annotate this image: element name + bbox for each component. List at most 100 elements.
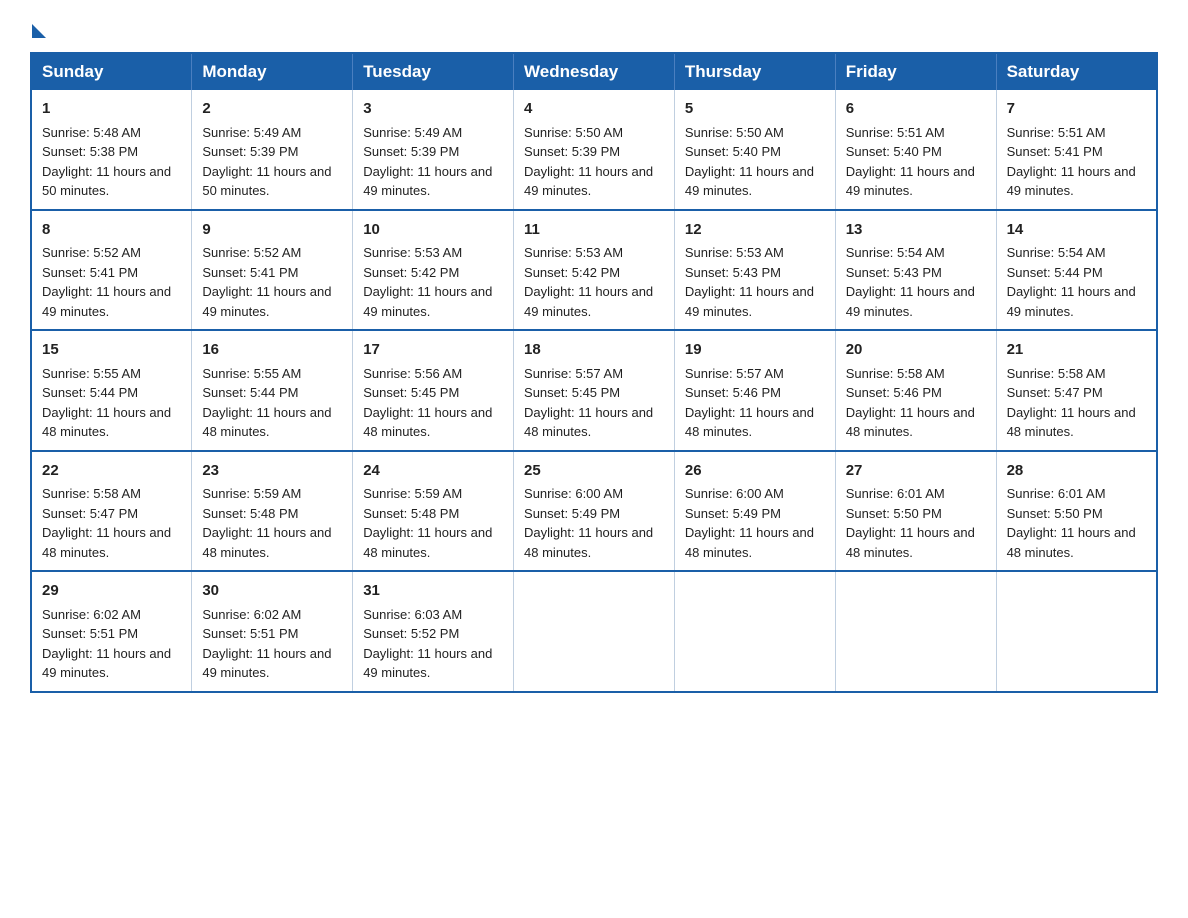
sunset-info: Sunset: 5:46 PM	[685, 385, 781, 400]
weekday-header-wednesday: Wednesday	[514, 53, 675, 90]
logo	[30, 20, 46, 34]
sunrise-info: Sunrise: 5:59 AM	[363, 486, 462, 501]
daylight-info: Daylight: 11 hours and 48 minutes.	[685, 405, 814, 440]
daylight-info: Daylight: 11 hours and 48 minutes.	[363, 525, 492, 560]
sunset-info: Sunset: 5:51 PM	[202, 626, 298, 641]
sunrise-info: Sunrise: 5:59 AM	[202, 486, 301, 501]
sunrise-info: Sunrise: 5:54 AM	[846, 245, 945, 260]
daylight-info: Daylight: 11 hours and 49 minutes.	[202, 646, 331, 681]
calendar-day: 28Sunrise: 6:01 AMSunset: 5:50 PMDayligh…	[996, 451, 1157, 572]
calendar-day: 2Sunrise: 5:49 AMSunset: 5:39 PMDaylight…	[192, 90, 353, 210]
weekday-header-friday: Friday	[835, 53, 996, 90]
sunset-info: Sunset: 5:40 PM	[685, 144, 781, 159]
sunrise-info: Sunrise: 6:00 AM	[685, 486, 784, 501]
calendar-day	[514, 571, 675, 692]
sunrise-info: Sunrise: 6:01 AM	[846, 486, 945, 501]
daylight-info: Daylight: 11 hours and 48 minutes.	[1007, 525, 1136, 560]
daylight-info: Daylight: 11 hours and 49 minutes.	[363, 284, 492, 319]
day-number: 19	[685, 339, 825, 362]
calendar-day: 12Sunrise: 5:53 AMSunset: 5:43 PMDayligh…	[674, 210, 835, 331]
calendar-day: 25Sunrise: 6:00 AMSunset: 5:49 PMDayligh…	[514, 451, 675, 572]
daylight-info: Daylight: 11 hours and 49 minutes.	[846, 164, 975, 199]
sunset-info: Sunset: 5:51 PM	[42, 626, 138, 641]
weekday-header-sunday: Sunday	[31, 53, 192, 90]
daylight-info: Daylight: 11 hours and 49 minutes.	[846, 284, 975, 319]
sunset-info: Sunset: 5:46 PM	[846, 385, 942, 400]
day-number: 25	[524, 460, 664, 483]
sunset-info: Sunset: 5:50 PM	[1007, 506, 1103, 521]
calendar-body: 1Sunrise: 5:48 AMSunset: 5:38 PMDaylight…	[31, 90, 1157, 692]
calendar-day: 23Sunrise: 5:59 AMSunset: 5:48 PMDayligh…	[192, 451, 353, 572]
sunset-info: Sunset: 5:50 PM	[846, 506, 942, 521]
sunset-info: Sunset: 5:52 PM	[363, 626, 459, 641]
daylight-info: Daylight: 11 hours and 48 minutes.	[363, 405, 492, 440]
daylight-info: Daylight: 11 hours and 49 minutes.	[685, 164, 814, 199]
day-number: 4	[524, 98, 664, 121]
sunset-info: Sunset: 5:38 PM	[42, 144, 138, 159]
daylight-info: Daylight: 11 hours and 49 minutes.	[1007, 284, 1136, 319]
sunrise-info: Sunrise: 5:53 AM	[685, 245, 784, 260]
day-number: 17	[363, 339, 503, 362]
sunset-info: Sunset: 5:41 PM	[42, 265, 138, 280]
day-number: 28	[1007, 460, 1146, 483]
sunset-info: Sunset: 5:43 PM	[846, 265, 942, 280]
weekday-header-saturday: Saturday	[996, 53, 1157, 90]
sunset-info: Sunset: 5:45 PM	[363, 385, 459, 400]
sunrise-info: Sunrise: 5:56 AM	[363, 366, 462, 381]
sunset-info: Sunset: 5:48 PM	[363, 506, 459, 521]
sunrise-info: Sunrise: 5:51 AM	[1007, 125, 1106, 140]
sunrise-info: Sunrise: 5:52 AM	[202, 245, 301, 260]
calendar-day: 27Sunrise: 6:01 AMSunset: 5:50 PMDayligh…	[835, 451, 996, 572]
day-number: 7	[1007, 98, 1146, 121]
daylight-info: Daylight: 11 hours and 48 minutes.	[685, 525, 814, 560]
sunset-info: Sunset: 5:39 PM	[363, 144, 459, 159]
daylight-info: Daylight: 11 hours and 49 minutes.	[685, 284, 814, 319]
day-number: 31	[363, 580, 503, 603]
daylight-info: Daylight: 11 hours and 49 minutes.	[42, 284, 171, 319]
day-number: 29	[42, 580, 181, 603]
sunrise-info: Sunrise: 6:02 AM	[42, 607, 141, 622]
calendar-day: 9Sunrise: 5:52 AMSunset: 5:41 PMDaylight…	[192, 210, 353, 331]
daylight-info: Daylight: 11 hours and 48 minutes.	[42, 405, 171, 440]
weekday-header-thursday: Thursday	[674, 53, 835, 90]
day-number: 12	[685, 219, 825, 242]
calendar-week-1: 1Sunrise: 5:48 AMSunset: 5:38 PMDaylight…	[31, 90, 1157, 210]
sunset-info: Sunset: 5:42 PM	[524, 265, 620, 280]
weekday-header-row: SundayMondayTuesdayWednesdayThursdayFrid…	[31, 53, 1157, 90]
day-number: 26	[685, 460, 825, 483]
sunset-info: Sunset: 5:44 PM	[42, 385, 138, 400]
calendar-day: 11Sunrise: 5:53 AMSunset: 5:42 PMDayligh…	[514, 210, 675, 331]
sunrise-info: Sunrise: 5:54 AM	[1007, 245, 1106, 260]
sunset-info: Sunset: 5:45 PM	[524, 385, 620, 400]
sunrise-info: Sunrise: 5:49 AM	[363, 125, 462, 140]
sunrise-info: Sunrise: 5:53 AM	[363, 245, 462, 260]
daylight-info: Daylight: 11 hours and 48 minutes.	[524, 405, 653, 440]
daylight-info: Daylight: 11 hours and 48 minutes.	[1007, 405, 1136, 440]
day-number: 2	[202, 98, 342, 121]
sunset-info: Sunset: 5:40 PM	[846, 144, 942, 159]
day-number: 20	[846, 339, 986, 362]
calendar-day: 10Sunrise: 5:53 AMSunset: 5:42 PMDayligh…	[353, 210, 514, 331]
daylight-info: Daylight: 11 hours and 49 minutes.	[524, 164, 653, 199]
sunset-info: Sunset: 5:44 PM	[1007, 265, 1103, 280]
daylight-info: Daylight: 11 hours and 48 minutes.	[202, 405, 331, 440]
calendar-week-4: 22Sunrise: 5:58 AMSunset: 5:47 PMDayligh…	[31, 451, 1157, 572]
day-number: 3	[363, 98, 503, 121]
daylight-info: Daylight: 11 hours and 48 minutes.	[524, 525, 653, 560]
sunset-info: Sunset: 5:41 PM	[202, 265, 298, 280]
day-number: 21	[1007, 339, 1146, 362]
sunrise-info: Sunrise: 6:03 AM	[363, 607, 462, 622]
day-number: 11	[524, 219, 664, 242]
day-number: 18	[524, 339, 664, 362]
sunrise-info: Sunrise: 5:55 AM	[202, 366, 301, 381]
calendar-day: 14Sunrise: 5:54 AMSunset: 5:44 PMDayligh…	[996, 210, 1157, 331]
calendar-day: 1Sunrise: 5:48 AMSunset: 5:38 PMDaylight…	[31, 90, 192, 210]
day-number: 9	[202, 219, 342, 242]
calendar-day: 18Sunrise: 5:57 AMSunset: 5:45 PMDayligh…	[514, 330, 675, 451]
day-number: 5	[685, 98, 825, 121]
day-number: 15	[42, 339, 181, 362]
sunset-info: Sunset: 5:39 PM	[524, 144, 620, 159]
calendar-day: 20Sunrise: 5:58 AMSunset: 5:46 PMDayligh…	[835, 330, 996, 451]
sunrise-info: Sunrise: 5:52 AM	[42, 245, 141, 260]
calendar-day: 16Sunrise: 5:55 AMSunset: 5:44 PMDayligh…	[192, 330, 353, 451]
